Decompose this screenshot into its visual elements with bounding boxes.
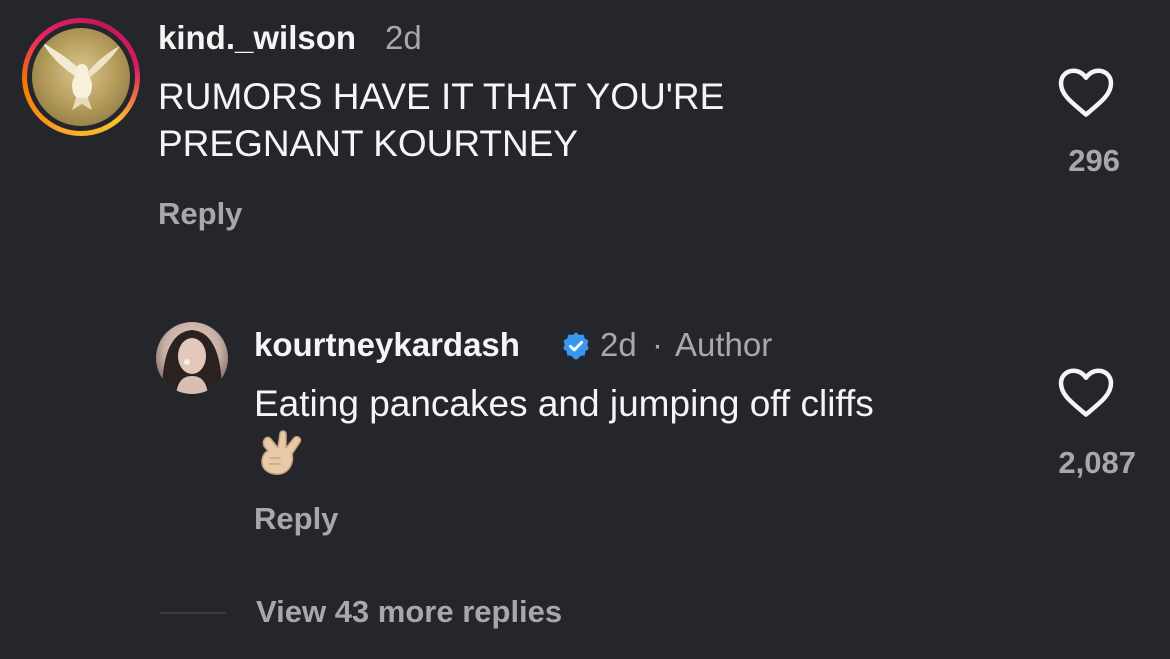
author-label: Author — [675, 326, 773, 363]
reply-button[interactable]: Reply — [254, 501, 338, 537]
avatar[interactable] — [32, 28, 130, 126]
comment-text-line-1: RUMORS HAVE IT THAT YOU'RE — [158, 76, 725, 117]
heart-icon[interactable] — [1056, 364, 1116, 420]
username[interactable]: kourtneykardash — [254, 326, 520, 364]
meta-separator: · — [652, 326, 663, 363]
heart-icon[interactable] — [1056, 64, 1116, 120]
avatar[interactable] — [156, 322, 228, 394]
view-more-replies-button[interactable]: View 43 more replies — [256, 594, 562, 630]
dove-icon — [42, 42, 120, 110]
like-count: 296 — [1068, 143, 1120, 178]
verified-badge-icon — [563, 332, 589, 360]
comment-time: 2d — [385, 19, 422, 56]
comment-time: 2d — [600, 326, 637, 363]
profile-photo-icon — [162, 330, 222, 394]
reply-button[interactable]: Reply — [158, 196, 242, 232]
comment-text-line-1: Eating pancakes and jumping off cliffs — [254, 383, 874, 424]
call-me-hand-emoji-icon — [261, 430, 302, 475]
comments-screen: kind._wilson 2d RUMORS HAVE IT THAT YOU'… — [0, 0, 1170, 659]
username[interactable]: kind._wilson — [158, 19, 356, 57]
like-count: 2,087 — [1058, 445, 1136, 480]
comment-text-line-2: PREGNANT KOURTNEY — [158, 123, 579, 164]
replies-divider — [160, 612, 226, 614]
